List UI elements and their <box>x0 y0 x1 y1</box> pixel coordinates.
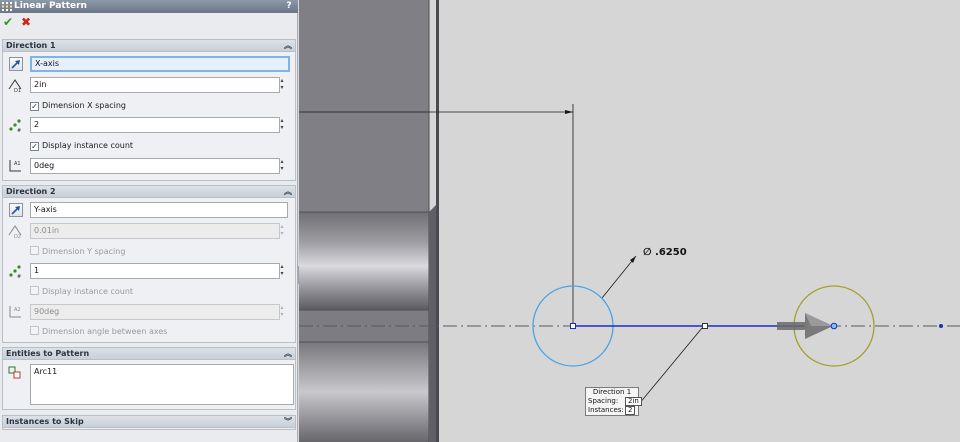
direction1-section: Direction 1 ︽ X-axis D1 2in ▴ ▾ ✓ Dimensio… <box>2 39 296 181</box>
sketch-entities-icon <box>8 366 21 379</box>
direction2-section: Direction 2 ︽ Y-axis D2 0.01in ▴ ▾ Dimens… <box>2 185 296 343</box>
direction2-instances-input[interactable]: 1 <box>30 263 280 279</box>
seed-center-point[interactable] <box>570 323 576 329</box>
svg-text:A1: A1 <box>14 161 21 167</box>
midpoint-handle[interactable] <box>702 323 708 329</box>
instance-center-point[interactable] <box>830 322 838 330</box>
list-item[interactable]: Arc11 <box>34 367 290 376</box>
display-instance-count-checkbox[interactable]: ✓ Display instance count <box>30 140 133 151</box>
callout-instances-label: Instances: <box>588 406 624 414</box>
direction2-spacing-input: 0.01in <box>30 223 280 239</box>
dimension-x-spacing-checkbox[interactable]: ✓ Dimension X spacing <box>30 100 126 111</box>
dimension-x-spacing-label: Dimension X spacing <box>42 101 127 110</box>
skip-section: Instances to Skip ︾ <box>2 415 296 430</box>
svg-text:#: # <box>17 128 21 133</box>
entities-section: Entities to Pattern ︽ Arc11 <box>2 347 296 410</box>
direction1-instances-input[interactable]: 2 <box>30 117 280 133</box>
spacing-icon: D1 <box>8 79 22 93</box>
callout-spacing-row: Spacing: 2in <box>588 397 642 406</box>
ok-button[interactable]: ✔ <box>3 16 15 28</box>
help-icon[interactable]: ? <box>284 1 294 11</box>
direction-arrow[interactable] <box>777 313 833 339</box>
cancel-button[interactable]: ✖ <box>21 16 33 28</box>
display-instance-count-label: Display instance count <box>42 287 134 296</box>
instances-icon: # <box>9 119 21 133</box>
svg-text:D1: D1 <box>14 88 21 93</box>
angle-icon: A1 <box>9 160 21 172</box>
entities-header-label: Entities to Pattern <box>6 349 90 358</box>
dimension-angle-checkbox: Dimension angle between axes <box>30 326 167 337</box>
direction1-header[interactable]: Direction 1 ︽ <box>3 40 295 52</box>
sketch-canvas[interactable] <box>299 0 960 442</box>
direction2-header-label: Direction 2 <box>6 187 56 196</box>
direction1-header-label: Direction 1 <box>6 41 56 50</box>
display-instance-count-check[interactable]: ✓ <box>30 142 39 151</box>
diameter-leader <box>601 255 637 299</box>
direction1-spacing-input[interactable]: 2in <box>30 77 280 93</box>
display-instance-count-checkbox: Display instance count <box>30 286 133 297</box>
display-instance-count-check <box>30 286 39 295</box>
svg-text:D2: D2 <box>14 234 21 239</box>
collapse-chevron-icon[interactable]: ︽ <box>284 40 292 52</box>
reverse-direction-icon <box>11 60 20 69</box>
direction2-angle-input: 90deg <box>30 304 280 320</box>
expand-chevron-icon[interactable]: ︾ <box>284 416 292 428</box>
direction1-reference-field[interactable]: X-axis <box>30 56 290 72</box>
callout-spacing-value[interactable]: 2in <box>625 397 642 406</box>
dimension-x-spacing-check[interactable]: ✓ <box>30 102 39 111</box>
dimension-y-spacing-checkbox: Dimension Y spacing <box>30 246 125 257</box>
graphics-viewport[interactable]: ∅ .6250 Direction 1 Spacing: 2in Instanc… <box>299 0 960 442</box>
instances-icon: # <box>9 265 21 279</box>
panel-title: Linear Pattern <box>14 1 87 11</box>
instances-spinner[interactable]: ▴ ▾ <box>277 117 287 133</box>
diameter-dimension[interactable]: ∅ .6250 <box>643 247 687 258</box>
part-body[interactable] <box>299 0 439 442</box>
callout-spacing-label: Spacing: <box>588 397 619 405</box>
callout-instances-value[interactable]: 2 <box>625 406 636 415</box>
direction-callout[interactable]: Direction 1 Spacing: 2in Instances: 2 <box>585 387 642 416</box>
spacing-spinner: ▴ ▾ <box>280 223 284 237</box>
callout-instances-row: Instances: 2 <box>588 406 636 415</box>
dimension-angle-label: Dimension angle between axes <box>42 327 168 336</box>
dimension-angle-check <box>30 326 39 335</box>
spacing-spinner[interactable]: ▴ ▾ <box>277 77 287 93</box>
spacing-icon: D2 <box>8 225 22 239</box>
collapse-chevron-icon[interactable]: ︽ <box>284 348 292 360</box>
display-instance-count-label: Display instance count <box>42 141 134 150</box>
direction1-reverse-button[interactable] <box>9 57 23 71</box>
callout-leader <box>638 327 703 405</box>
angle-spinner: ▴ ▾ <box>280 304 284 318</box>
direction2-header[interactable]: Direction 2 ︽ <box>3 186 295 198</box>
callout-title: Direction 1 <box>592 388 632 396</box>
svg-text:A2: A2 <box>14 307 21 313</box>
angle-icon: A2 <box>9 306 21 318</box>
dimension-y-spacing-label: Dimension Y spacing <box>42 247 126 256</box>
direction2-reverse-button[interactable] <box>9 203 23 217</box>
collapse-chevron-icon[interactable]: ︽ <box>284 186 292 198</box>
skip-header[interactable]: Instances to Skip ︾ <box>3 416 295 428</box>
endpoint-dot[interactable] <box>939 324 943 328</box>
panel-title-bar: Linear Pattern ? <box>0 0 298 13</box>
reverse-direction-icon <box>11 206 20 215</box>
dimension-y-spacing-check <box>30 246 39 255</box>
property-manager-panel: Linear Pattern ? ✔ ✖ Direction 1 ︽ X-axi… <box>0 0 298 442</box>
instances-spinner[interactable]: ▴ ▾ <box>277 263 287 279</box>
linear-pattern-icon <box>2 2 12 11</box>
direction1-angle-input[interactable]: 0deg <box>30 158 280 174</box>
skip-header-label: Instances to Skip <box>6 417 84 426</box>
angle-spinner[interactable]: ▴ ▾ <box>277 158 287 174</box>
direction2-reference-field[interactable]: Y-axis <box>30 202 288 218</box>
entities-list[interactable]: Arc11 <box>30 364 294 405</box>
entities-header[interactable]: Entities to Pattern ︽ <box>3 348 295 360</box>
svg-text:#: # <box>17 274 21 279</box>
